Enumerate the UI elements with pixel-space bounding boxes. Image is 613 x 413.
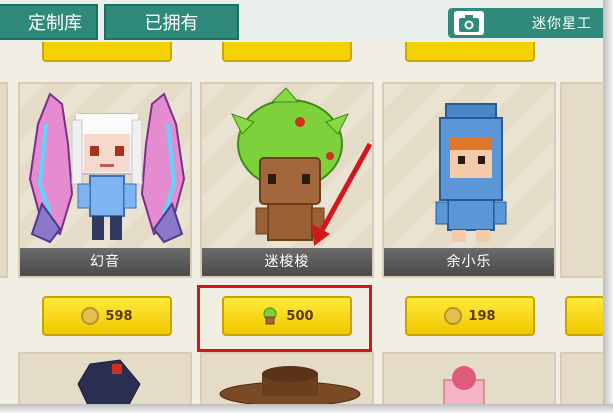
character-portrait [77,359,141,404]
mini-studio-label: 迷你星工 [532,16,592,32]
character-card-next[interactable] [382,352,556,404]
price-label: 598 [105,308,133,324]
character-card-misuosuo[interactable]: 迷梭梭 [200,82,374,278]
coin-icon [81,307,100,325]
highlight-box [197,285,372,352]
camera-icon [454,11,484,35]
prev-row-price-button[interactable] [222,42,352,62]
character-portrait [28,92,186,244]
prev-row-price-button[interactable] [405,42,535,62]
character-card-huanyin[interactable]: 幻音 [18,82,192,278]
tab-custom-library[interactable]: 定制库 [0,4,98,40]
tab-owned[interactable]: 已拥有 [104,4,239,40]
character-name: 余小乐 [384,248,554,276]
partial-buy-button[interactable] [565,296,603,336]
partial-card-left[interactable] [0,82,8,278]
character-card-next[interactable] [200,352,374,404]
character-name: 迷梭梭 [202,248,372,276]
mini-studio-button[interactable]: 迷你星工 [448,8,603,38]
character-card-next[interactable] [18,352,192,404]
character-portrait [443,366,485,404]
character-portrait [219,366,361,404]
prev-row-price-button[interactable] [42,42,172,62]
partial-card-right-bottom[interactable] [560,352,603,404]
character-portrait [230,87,372,246]
coin-icon [444,307,463,325]
character-card-yuxiaole[interactable]: 余小乐 [382,82,556,278]
price-label: 198 [468,308,496,324]
buy-button-huanyin[interactable]: 598 [42,296,172,336]
shop-window: 定制库 已拥有 迷你星工 幻音 迷梭梭 余小乐 598 500 198 [0,0,603,404]
partial-card-right[interactable] [560,82,603,278]
top-bar: 定制库 已拥有 迷你星工 [0,0,603,42]
character-name: 幻音 [20,248,190,276]
character-portrait [435,103,507,242]
buy-button-yuxiaole[interactable]: 198 [405,296,535,336]
